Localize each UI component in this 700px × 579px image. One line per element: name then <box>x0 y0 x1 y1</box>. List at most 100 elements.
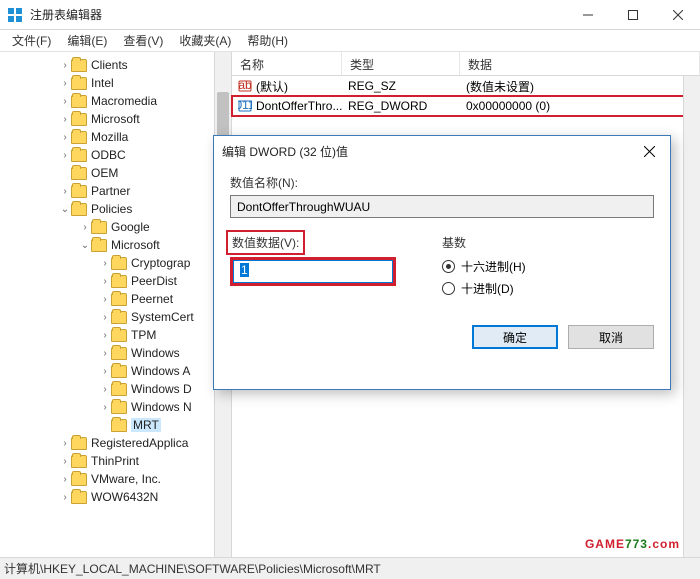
expander-icon[interactable]: › <box>99 384 111 395</box>
expander-icon[interactable]: › <box>99 366 111 377</box>
dialog-titlebar[interactable]: 编辑 DWORD (32 位)值 <box>214 136 670 166</box>
tree-node[interactable]: MRT <box>4 416 231 434</box>
expander-icon[interactable]: › <box>99 258 111 269</box>
expander-icon[interactable]: › <box>59 132 71 143</box>
value-data-input[interactable]: 1 <box>233 260 393 283</box>
menu-edit[interactable]: 编辑(E) <box>59 30 115 51</box>
tree-node[interactable]: ›VMware, Inc. <box>4 470 231 488</box>
tree-node[interactable]: ›TPM <box>4 326 231 344</box>
folder-icon <box>111 329 127 342</box>
dialog-title: 编辑 DWORD (32 位)值 <box>222 143 636 160</box>
tree-node[interactable]: ›Microsoft <box>4 110 231 128</box>
col-type[interactable]: 类型 <box>342 52 460 75</box>
title-bar: 注册表编辑器 <box>0 0 700 30</box>
folder-icon <box>111 401 127 414</box>
folder-icon <box>91 239 107 252</box>
tree-node[interactable]: › Windows D <box>4 380 231 398</box>
tree-node[interactable]: OEM <box>4 164 231 182</box>
value-rows: ab(默认)REG_SZ(数值未设置)011DontOfferThro...RE… <box>232 76 700 116</box>
string-icon: ab <box>238 79 252 93</box>
value-data: (数值未设置) <box>460 77 700 96</box>
menu-help[interactable]: 帮助(H) <box>239 30 296 51</box>
expander-icon[interactable]: › <box>99 312 111 323</box>
tree-node[interactable]: ›Google <box>4 218 231 236</box>
close-button[interactable] <box>655 0 700 30</box>
folder-icon <box>71 95 87 108</box>
tree-node[interactable]: › Mozilla <box>4 128 231 146</box>
expander-icon[interactable]: › <box>99 276 111 287</box>
folder-icon <box>71 203 87 216</box>
tree-node[interactable]: ›Windows A <box>4 362 231 380</box>
tree-node[interactable]: › Clients <box>4 56 231 74</box>
expander-icon[interactable]: ⌄ <box>79 240 91 251</box>
tree-node[interactable]: › Windows N <box>4 398 231 416</box>
radio-hex[interactable] <box>442 260 455 273</box>
tree-node[interactable]: ›ThinPrint <box>4 452 231 470</box>
folder-icon <box>71 473 87 486</box>
folder-icon <box>111 347 127 360</box>
tree-node[interactable]: ›ODBC <box>4 146 231 164</box>
cancel-button[interactable]: 取消 <box>568 325 654 349</box>
tree-node[interactable]: ⌄Microsoft <box>4 236 231 254</box>
tree-node-label: Macromedia <box>91 94 157 108</box>
list-scrollbar[interactable] <box>683 76 700 557</box>
value-row[interactable]: 011DontOfferThro...REG_DWORD0x00000000 (… <box>232 96 700 116</box>
expander-icon[interactable]: › <box>59 96 71 107</box>
expander-icon[interactable]: › <box>59 186 71 197</box>
registry-tree[interactable]: ›Clients›Intel›Macromedia›Microsoft›Mozi… <box>0 52 231 510</box>
folder-icon <box>71 113 87 126</box>
expander-icon[interactable]: › <box>79 222 91 233</box>
expander-icon[interactable]: › <box>59 492 71 503</box>
minimize-icon <box>583 10 593 20</box>
expander-icon[interactable]: › <box>59 150 71 161</box>
col-data[interactable]: 数据 <box>460 52 700 75</box>
value-row[interactable]: ab(默认)REG_SZ(数值未设置) <box>232 76 700 96</box>
menu-file[interactable]: 文件(F) <box>4 30 59 51</box>
tree-node-label: Windows D <box>131 382 192 396</box>
expander-icon[interactable]: ⌄ <box>59 204 71 215</box>
expander-icon[interactable]: › <box>59 438 71 449</box>
value-name-input[interactable] <box>230 195 654 218</box>
tree-node[interactable]: › Partner <box>4 182 231 200</box>
maximize-button[interactable] <box>610 0 655 30</box>
radio-dec[interactable] <box>442 282 455 295</box>
expander-icon[interactable]: › <box>59 60 71 71</box>
tree-node-label: Windows N <box>131 400 192 414</box>
menu-favorites[interactable]: 收藏夹(A) <box>171 30 239 51</box>
tree-node[interactable]: ›Peernet <box>4 290 231 308</box>
tree-node-label: Mozilla <box>91 130 128 144</box>
tree-node[interactable]: ›WOW6432N <box>4 488 231 506</box>
tree-node[interactable]: ›Windows <box>4 344 231 362</box>
expander-icon[interactable]: › <box>59 474 71 485</box>
expander-icon[interactable]: › <box>59 114 71 125</box>
expander-icon[interactable]: › <box>59 456 71 467</box>
status-bar: 计算机\HKEY_LOCAL_MACHINE\SOFTWARE\Policies… <box>0 557 700 579</box>
expander-icon[interactable]: › <box>59 78 71 89</box>
tree-node[interactable]: ⌄ Policies <box>4 200 231 218</box>
menu-view[interactable]: 查看(V) <box>115 30 171 51</box>
ok-button[interactable]: 确定 <box>472 325 558 349</box>
expander-icon[interactable]: › <box>99 402 111 413</box>
radio-dec-row[interactable]: 十进制(D) <box>442 277 526 299</box>
value-data: 0x00000000 (0) <box>460 98 700 114</box>
tree-node-label: Policies <box>91 202 132 216</box>
minimize-button[interactable] <box>565 0 610 30</box>
tree-node[interactable]: ›Cryptograp <box>4 254 231 272</box>
radio-hex-row[interactable]: 十六进制(H) <box>442 255 526 277</box>
col-name[interactable]: 名称 <box>232 52 342 75</box>
expander-icon[interactable]: › <box>99 330 111 341</box>
expander-icon[interactable]: › <box>99 348 111 359</box>
value-name-label: 数值名称(N): <box>230 174 654 191</box>
tree-node-label: Partner <box>91 184 130 198</box>
tree-node[interactable]: ›Intel <box>4 74 231 92</box>
tree-node[interactable]: ›PeerDist <box>4 272 231 290</box>
dialog-close-button[interactable] <box>636 138 662 164</box>
tree-node-label: Clients <box>91 58 128 72</box>
folder-icon <box>91 221 107 234</box>
folder-icon <box>71 77 87 90</box>
tree-node[interactable]: ›RegisteredApplica <box>4 434 231 452</box>
tree-node[interactable]: ›SystemCert <box>4 308 231 326</box>
expander-icon[interactable]: › <box>99 294 111 305</box>
tree-node[interactable]: › Macromedia <box>4 92 231 110</box>
radio-dec-label: 十进制(D) <box>461 280 514 297</box>
